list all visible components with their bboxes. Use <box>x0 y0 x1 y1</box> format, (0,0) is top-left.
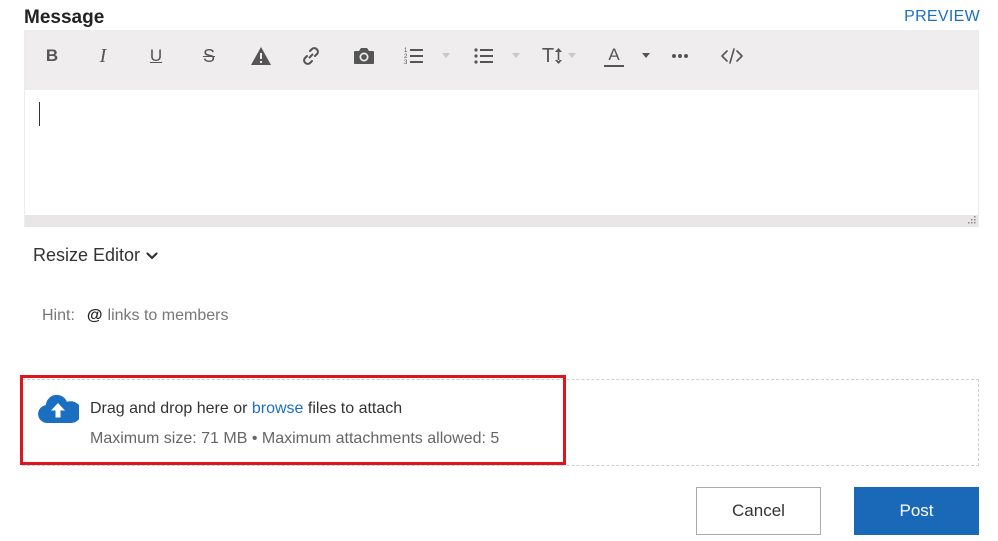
resize-grip-icon[interactable] <box>966 216 976 226</box>
bold-button[interactable]: B <box>38 42 66 70</box>
attachment-dropzone[interactable] <box>22 379 979 466</box>
font-color-icon: A <box>604 46 624 67</box>
text-cursor <box>39 102 40 126</box>
link-button[interactable] <box>297 42 325 70</box>
source-code-button[interactable] <box>718 42 746 70</box>
italic-button[interactable]: I <box>89 42 117 70</box>
resize-editor-toggle[interactable]: Resize Editor <box>33 245 158 266</box>
cloud-upload-icon <box>38 394 79 423</box>
more-icon <box>672 54 688 58</box>
message-body-input[interactable] <box>25 90 978 215</box>
editor-toolbar: B I U S 1 2 3 T A <box>25 31 978 90</box>
strikethrough-button[interactable]: S <box>195 42 223 70</box>
text-size-icon: T <box>541 44 563 68</box>
bullet-list-dropdown[interactable] <box>512 53 520 58</box>
link-icon <box>303 47 319 65</box>
hint-label: Hint: <box>42 307 75 324</box>
message-editor: B I U S 1 2 3 T A <box>24 30 979 227</box>
numbered-list-dropdown[interactable] <box>442 53 450 58</box>
more-button[interactable] <box>666 42 694 70</box>
at-symbol: @ <box>86 307 103 324</box>
text-size-glyph: T <box>541 44 555 67</box>
strikethrough-icon: S <box>202 45 215 66</box>
bullet-list-icon <box>474 48 493 64</box>
hint-text: links to members <box>107 307 229 324</box>
updown-arrow-icon <box>555 48 563 64</box>
resize-editor-label: Resize Editor <box>33 245 141 265</box>
insert-image-button[interactable] <box>350 42 378 70</box>
numbered-list-button[interactable]: 1 2 3 <box>400 42 428 70</box>
spoiler-button[interactable] <box>247 42 275 70</box>
svg-text:3: 3 <box>404 60 408 66</box>
font-color-dropdown[interactable] <box>642 53 650 58</box>
font-color-underline <box>604 64 624 67</box>
message-label: Message <box>24 7 105 28</box>
italic-icon: I <box>99 44 107 67</box>
mention-hint: Hint: @ links to members <box>42 307 228 325</box>
browse-link[interactable]: browse <box>252 400 304 417</box>
dropzone-instructions: Drag and drop here or browse files to at… <box>90 400 402 418</box>
drag-drop-text: Drag and drop here or <box>90 400 252 417</box>
warning-icon <box>251 47 271 65</box>
editor-status-bar <box>25 215 978 227</box>
camera-icon <box>354 48 374 64</box>
underline-button[interactable]: U <box>142 42 170 70</box>
code-icon <box>721 48 743 64</box>
bold-icon: B <box>45 46 59 65</box>
bullet-list-button[interactable] <box>470 42 498 70</box>
preview-link[interactable]: PREVIEW <box>904 8 980 26</box>
font-color-button[interactable]: A <box>600 42 628 70</box>
chevron-down-icon <box>146 251 158 259</box>
numbered-list-icon: 1 2 3 <box>404 48 423 66</box>
underline-icon: U <box>149 46 163 65</box>
font-color-glyph: A <box>608 44 620 64</box>
attachment-limits: Maximum size: 71 MB • Maximum attachment… <box>90 430 500 447</box>
cancel-button[interactable]: Cancel <box>696 487 821 535</box>
text-size-dropdown[interactable] <box>568 53 576 58</box>
text-size-button[interactable]: T <box>535 42 569 70</box>
attach-text: files to attach <box>303 400 403 417</box>
post-button[interactable]: Post <box>854 487 979 535</box>
